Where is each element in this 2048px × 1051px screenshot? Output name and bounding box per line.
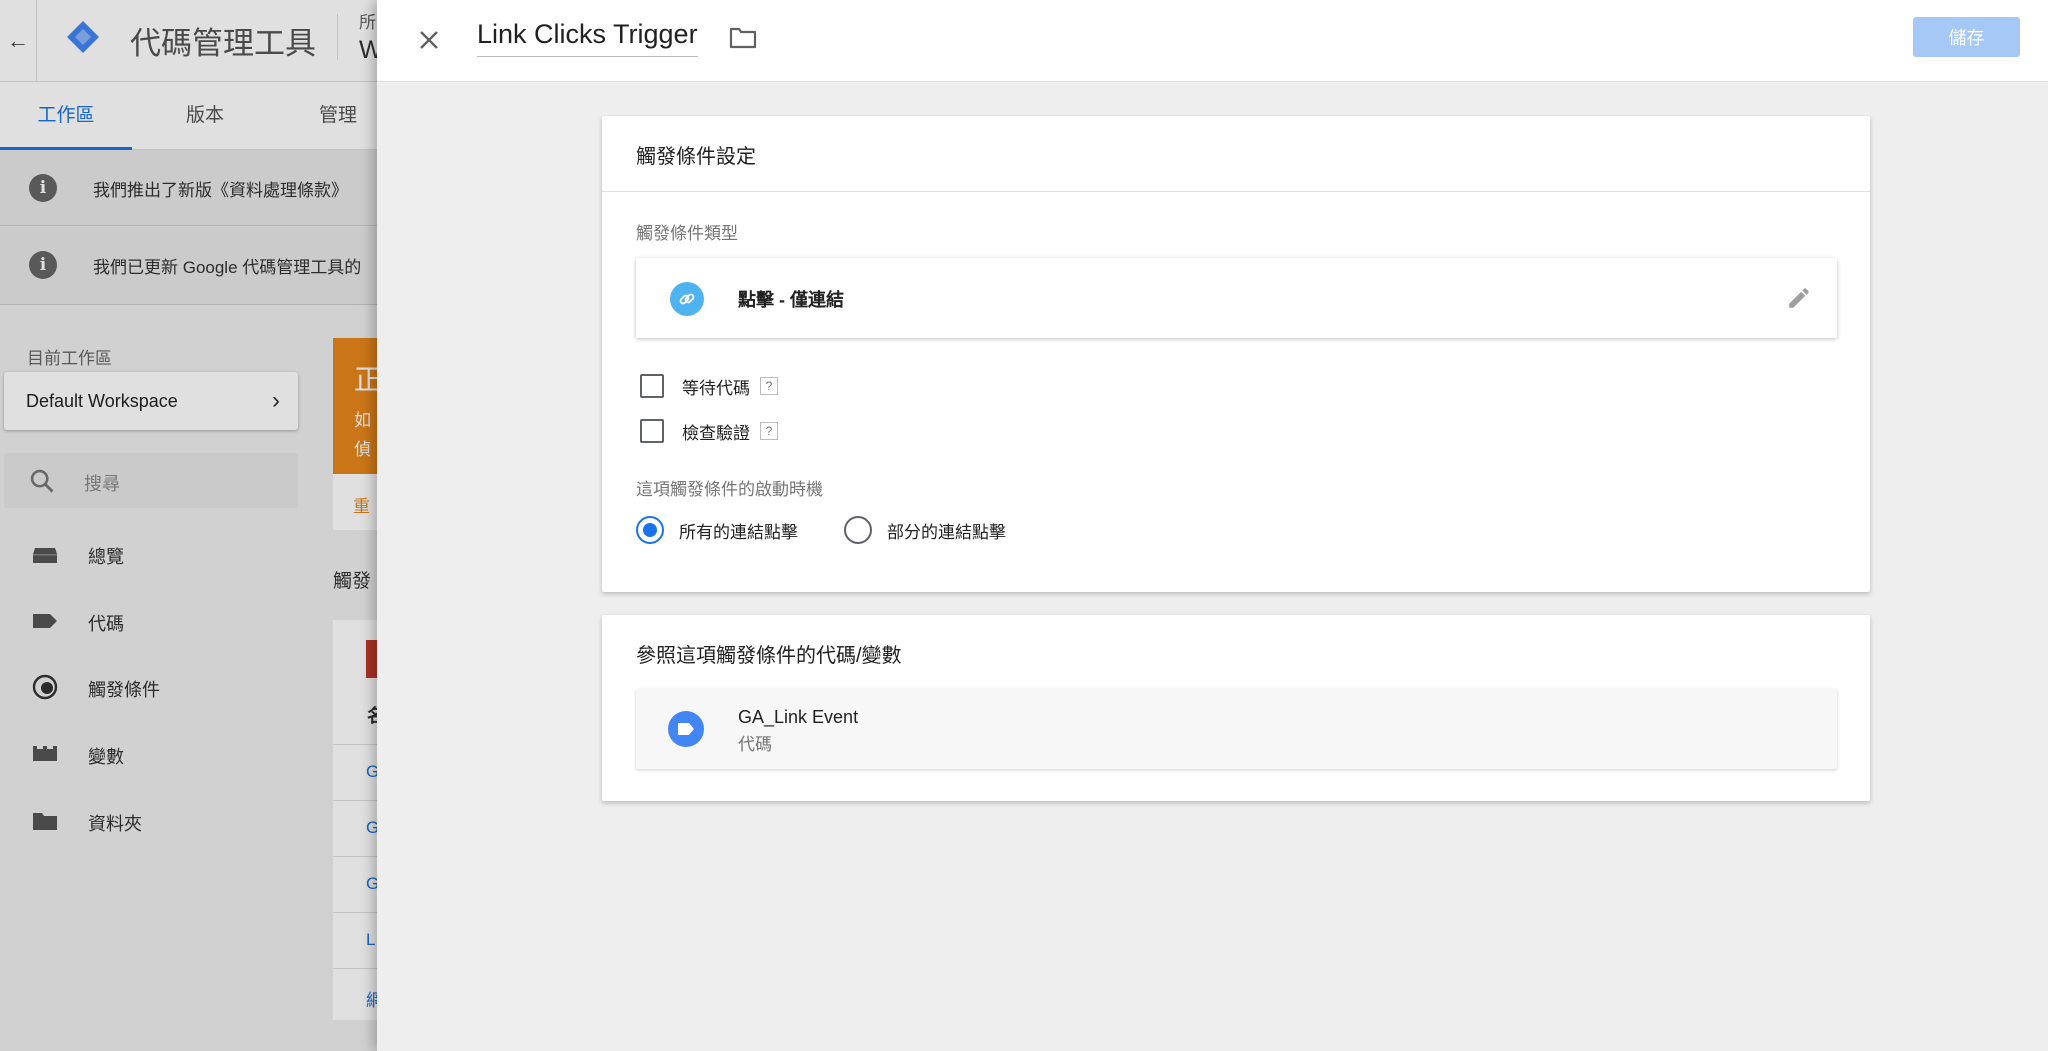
trigger-type-selector[interactable]: 點擊 - 僅連結	[636, 258, 1837, 338]
row-link[interactable]: L	[366, 930, 375, 950]
info-icon: i	[29, 174, 57, 202]
radio-all-link-clicks[interactable]: 所有的連結點擊	[636, 515, 798, 545]
sidebar-item-label: 代碼	[88, 614, 124, 634]
current-workspace-label: 目前工作區	[27, 349, 112, 368]
card-title: 觸發條件設定	[636, 146, 756, 168]
pencil-icon[interactable]	[1783, 282, 1815, 314]
app-title: 代碼管理工具	[130, 26, 316, 61]
folder-outline-icon	[729, 27, 757, 49]
sidebar-item-label: 資料夾	[88, 814, 142, 834]
card-title: 參照這項觸發條件的代碼/變數	[636, 645, 902, 667]
help-icon[interactable]: ?	[760, 377, 778, 395]
notice-text: 我們推出了新版《資料處理條款》	[93, 181, 348, 200]
sidebar-item-tags[interactable]: 代碼	[0, 593, 300, 649]
search-icon	[30, 469, 54, 493]
chevron-right-icon: ›	[272, 387, 280, 414]
trigger-type-label: 觸發條件類型	[636, 224, 738, 243]
warning-link[interactable]: 重	[353, 492, 370, 517]
fire-on-label: 這項觸發條件的啟動時機	[636, 480, 823, 499]
tab-workspace[interactable]: 工作區	[0, 82, 132, 150]
save-button[interactable]: 儲存	[1913, 17, 2020, 57]
reference-type: 代碼	[738, 735, 772, 754]
radio-label: 部分的連結點擊	[887, 522, 1006, 542]
folder-button[interactable]	[727, 22, 759, 54]
sidebar-item-overview[interactable]: 總覽	[0, 526, 300, 582]
reference-name: GA_Link Event	[738, 707, 859, 727]
check-validation-checkbox[interactable]: 檢查驗證 ?	[640, 416, 778, 446]
divider	[337, 14, 338, 60]
references-card: 參照這項觸發條件的代碼/變數 GA_Link Event 代碼	[602, 615, 1870, 801]
reference-list-item[interactable]: GA_Link Event 代碼	[636, 689, 1837, 769]
sidebar-search[interactable]: 搜尋	[4, 453, 298, 508]
warning-text: 如	[354, 411, 371, 430]
folder-icon	[33, 813, 57, 830]
tag-icon	[668, 711, 704, 747]
wait-for-tags-checkbox[interactable]: 等待代碼 ?	[640, 371, 778, 401]
warning-text: 偵	[354, 440, 371, 459]
sidebar-item-label: 變數	[88, 747, 124, 767]
trigger-configuration-card: 觸發條件設定 觸發條件類型 點擊 - 僅連結 等待代碼 ? 檢查驗證 ? 這項觸…	[602, 116, 1870, 592]
editor-header: Link Clicks Trigger 儲存	[377, 0, 2048, 82]
workspace-name: Default Workspace	[26, 391, 178, 411]
trigger-icon	[32, 674, 58, 700]
checkbox[interactable]	[640, 419, 664, 443]
sidebar-item-folders[interactable]: 資料夾	[0, 793, 300, 849]
checkbox-label: 等待代碼	[682, 378, 750, 398]
notice-text: 我們已更新 Google 代碼管理工具的	[93, 258, 362, 277]
sidebar-item-triggers[interactable]: 觸發條件	[0, 659, 300, 715]
sidebar-item-variables[interactable]: 變數	[0, 726, 300, 782]
checkbox-label: 檢查驗證	[682, 423, 750, 443]
back-arrow-icon[interactable]: ←	[0, 0, 37, 82]
tab-versions[interactable]: 版本	[140, 82, 270, 150]
sidebar-item-label: 觸發條件	[88, 680, 160, 700]
radio-label: 所有的連結點擊	[679, 522, 798, 542]
trigger-editor-panel: Link Clicks Trigger 儲存 觸發條件設定 觸發條件類型 點擊 …	[377, 0, 2048, 1051]
radio-button[interactable]	[844, 516, 872, 544]
radio-button-selected[interactable]	[636, 516, 664, 544]
checkbox[interactable]	[640, 374, 664, 398]
link-icon	[670, 282, 704, 316]
sidebar-item-label: 總覽	[88, 547, 124, 567]
account-label: 所	[359, 13, 376, 32]
close-button[interactable]	[411, 22, 447, 58]
workspace-selector[interactable]: Default Workspace ›	[4, 372, 298, 430]
help-icon[interactable]: ?	[760, 422, 778, 440]
search-placeholder: 搜尋	[84, 474, 120, 494]
close-icon	[420, 31, 438, 49]
info-icon: i	[29, 251, 57, 279]
variable-icon	[33, 746, 57, 761]
trigger-type-value: 點擊 - 僅連結	[738, 290, 844, 310]
divider	[602, 191, 1870, 192]
briefcase-icon	[33, 548, 57, 563]
radio-some-link-clicks[interactable]: 部分的連結點擊	[844, 515, 1006, 545]
tag-icon	[33, 614, 57, 628]
gtm-logo-icon	[67, 21, 99, 53]
trigger-list-heading: 觸發	[333, 571, 372, 592]
trigger-name-input[interactable]: Link Clicks Trigger	[477, 19, 698, 57]
